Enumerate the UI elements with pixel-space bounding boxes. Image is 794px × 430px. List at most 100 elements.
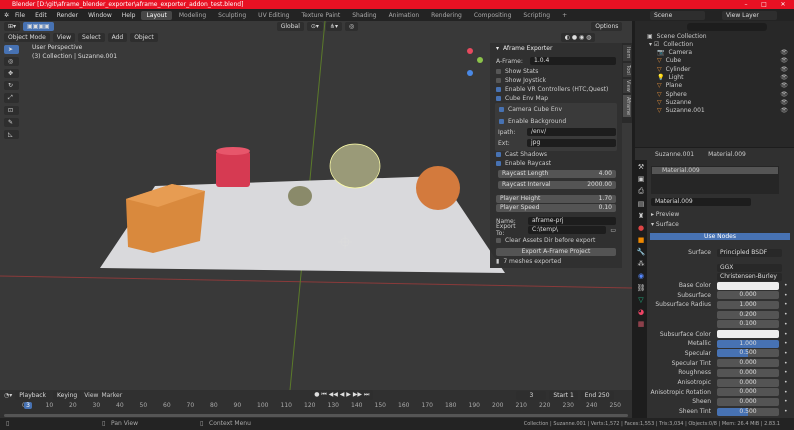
camera-cube-env-checkbox[interactable]: Camera Cube Env: [499, 105, 616, 113]
ext-field[interactable]: jpg: [527, 139, 616, 147]
outliner-item[interactable]: ▽ Cylinder: [657, 66, 787, 74]
view-layer-tab-icon[interactable]: ▤: [638, 200, 645, 208]
outliner-item[interactable]: ▽ Suzanne: [657, 99, 787, 107]
menu-help[interactable]: Help: [118, 12, 140, 19]
ipath-field[interactable]: /env/: [527, 128, 616, 136]
socket-icon[interactable]: •: [784, 350, 788, 357]
raycast-interval-slider[interactable]: Raycast Interval 2000.00: [498, 181, 616, 189]
rotate-tool-icon[interactable]: ↻: [4, 81, 19, 90]
property-value[interactable]: 0.500: [717, 407, 779, 416]
socket-icon[interactable]: •: [784, 311, 788, 318]
tab-item[interactable]: Item: [623, 45, 631, 61]
visibility-eye-icon[interactable]: 👁: [780, 74, 788, 81]
property-value[interactable]: 1.000: [717, 339, 779, 348]
constraints-tab-icon[interactable]: ⛓: [637, 284, 646, 292]
socket-icon[interactable]: •: [784, 340, 788, 347]
scale-tool-icon[interactable]: ⤢: [4, 93, 19, 103]
player-height-slider[interactable]: Player Height 1.70: [496, 195, 616, 203]
physics-tab-icon[interactable]: ◉: [638, 272, 644, 280]
tab-aframe[interactable]: Aframe: [623, 95, 631, 117]
current-frame-field[interactable]: 3: [516, 390, 547, 400]
tab-layout[interactable]: Layout: [141, 10, 172, 20]
timeline-scrollbar[interactable]: [4, 414, 628, 417]
aframe-version-field[interactable]: 1.0.4: [530, 57, 616, 65]
world-tab-icon[interactable]: ●: [638, 224, 644, 232]
outliner-item[interactable]: ▽ Sphere: [657, 91, 787, 99]
object-tab-icon[interactable]: ■: [638, 236, 645, 244]
tab-shading[interactable]: Shading: [347, 11, 381, 20]
show-joystick-checkbox[interactable]: Show Joystick: [496, 76, 616, 84]
project-name-field[interactable]: aframe-prj: [528, 217, 616, 225]
tab-sculpting[interactable]: Sculpting: [213, 11, 251, 20]
raycast-length-slider[interactable]: Raycast Length 4.00: [498, 170, 616, 178]
modifier-tab-icon[interactable]: 🔧: [637, 248, 646, 256]
property-value[interactable]: [717, 281, 779, 290]
tab-scripting[interactable]: Scripting: [518, 11, 555, 20]
distribution-dropdown[interactable]: GGX: [717, 263, 782, 272]
menu-keying[interactable]: Keying: [53, 390, 82, 400]
output-tab-icon[interactable]: ⎙: [638, 187, 644, 196]
outliner-item[interactable]: 📷 Camera: [657, 49, 787, 57]
menu-edit[interactable]: Edit: [31, 12, 51, 19]
show-stats-checkbox[interactable]: Show Stats: [496, 67, 616, 75]
folder-icon[interactable]: ▭: [610, 227, 616, 234]
material-selector[interactable]: Material.009: [651, 198, 751, 206]
use-nodes-button[interactable]: Use Nodes: [650, 233, 790, 240]
clear-assets-checkbox[interactable]: Clear Assets Dir before export: [496, 236, 616, 244]
property-value[interactable]: 0.000: [717, 291, 779, 300]
tab-compositing[interactable]: Compositing: [469, 11, 517, 20]
start-frame-field[interactable]: Start 1: [549, 390, 578, 400]
tab-texture-paint[interactable]: Texture Paint: [296, 11, 345, 20]
property-value[interactable]: 0.000: [717, 359, 779, 368]
material-slot[interactable]: Material.009: [652, 167, 778, 174]
maximize-button[interactable]: □: [756, 0, 772, 9]
menu-view[interactable]: View: [84, 392, 98, 399]
outliner-collection[interactable]: ▾ ☑ Collection: [649, 41, 789, 49]
editor-type-icon[interactable]: ◔▾: [4, 392, 12, 399]
enable-background-checkbox[interactable]: Enable Background: [499, 117, 616, 125]
material-tab-icon[interactable]: ◕: [638, 308, 644, 316]
enable-raycast-checkbox[interactable]: Enable Raycast: [496, 159, 616, 167]
surface-shader-dropdown[interactable]: Principled BSDF: [717, 248, 782, 257]
visibility-eye-icon[interactable]: 👁: [780, 66, 788, 73]
particles-tab-icon[interactable]: ⁂: [638, 260, 645, 268]
property-value[interactable]: [717, 330, 779, 338]
visibility-eye-icon[interactable]: 👁: [780, 82, 788, 89]
end-frame-field[interactable]: End 250: [580, 390, 614, 400]
property-value[interactable]: 0.500: [717, 349, 779, 358]
visibility-eye-icon[interactable]: 👁: [780, 99, 788, 106]
tab-modeling[interactable]: Modeling: [174, 11, 211, 20]
property-value[interactable]: 0.000: [717, 388, 779, 397]
socket-icon[interactable]: •: [784, 282, 788, 289]
menu-render[interactable]: Render: [53, 12, 82, 19]
property-value[interactable]: 0.000: [717, 368, 779, 377]
panel-header[interactable]: ▾ Aframe Exporter: [496, 44, 616, 52]
socket-icon[interactable]: •: [784, 331, 788, 338]
minimize-button[interactable]: –: [738, 0, 754, 9]
transform-tool-icon[interactable]: ⊡: [4, 106, 19, 115]
property-value[interactable]: 0.100: [717, 320, 779, 329]
visibility-eye-icon[interactable]: 👁: [780, 49, 788, 56]
outliner-item[interactable]: 💡 Light: [657, 74, 787, 82]
texture-tab-icon[interactable]: ▦: [638, 320, 645, 328]
close-button[interactable]: ✕: [775, 0, 791, 9]
vr-controllers-checkbox[interactable]: Enable VR Controllers (HTC,Quest): [496, 85, 616, 93]
outliner-item[interactable]: ▽ Suzanne.001: [657, 107, 787, 115]
outliner-search-input[interactable]: [687, 23, 767, 31]
measure-tool-icon[interactable]: ◺: [4, 130, 19, 139]
socket-icon[interactable]: •: [784, 321, 788, 328]
menu-window[interactable]: Window: [84, 12, 116, 19]
cursor-tool-icon[interactable]: ◎: [4, 57, 19, 66]
socket-icon[interactable]: •: [784, 379, 788, 386]
annotate-tool-icon[interactable]: ✎: [4, 118, 19, 127]
menu-file[interactable]: File: [11, 12, 29, 19]
view-layer-selector[interactable]: View Layer: [722, 10, 777, 20]
visibility-eye-icon[interactable]: 👁: [780, 107, 788, 114]
data-tab-icon[interactable]: ▽: [638, 296, 643, 304]
add-workspace-button[interactable]: +: [557, 11, 572, 20]
cube-env-checkbox[interactable]: Cube Env Map: [496, 94, 616, 102]
cast-shadows-checkbox[interactable]: Cast Shadows: [496, 150, 616, 158]
tab-view[interactable]: View: [623, 79, 631, 93]
player-speed-slider[interactable]: Player Speed 0.10: [496, 204, 616, 212]
playback-controls[interactable]: ● ⏮ ◀◀ ◀ ▶ ▶▶ ⏭: [310, 390, 374, 400]
